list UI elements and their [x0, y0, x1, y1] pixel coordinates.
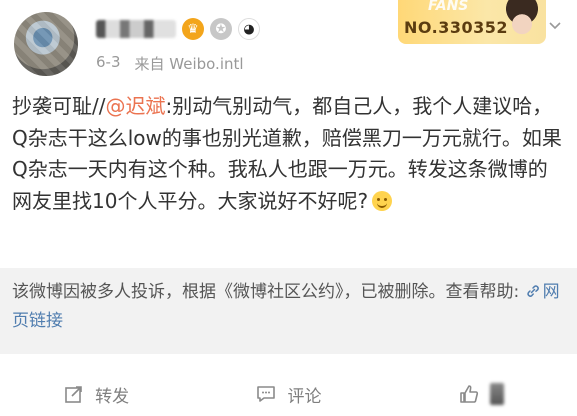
post-body: 抄袭可耻//@迟斌:别动气别动气，都自己人，我个人建议哈，Q杂志干这么low的事… [12, 91, 567, 217]
comment-label: 评论 [287, 386, 322, 407]
repost-button[interactable]: 转发 [0, 372, 192, 416]
smile-emoji-icon [372, 190, 393, 211]
fans-label: FANS [428, 0, 469, 14]
chevron-down-icon[interactable] [548, 18, 562, 32]
fans-card[interactable]: FANS NO.330352 [398, 0, 546, 44]
crown-badge-icon[interactable]: ♛ [182, 18, 204, 40]
like-count-redacted [489, 383, 504, 405]
link-icon [525, 280, 541, 297]
deleted-notice: 该微博因被多人投诉，根据《微博社区公约》，已被删除。查看帮助: 网页链接 [0, 268, 577, 354]
username-row: ♛ ✪ ◕ [96, 16, 260, 42]
comment-icon [257, 386, 276, 402]
notice-text: 该微博因被多人投诉，根据《微博社区公约》，已被删除。查看帮助: [12, 282, 525, 302]
avatar-mosaic [14, 12, 78, 76]
post-date: 6-3 [96, 53, 121, 71]
post-prefix: 抄袭可耻// [12, 94, 106, 118]
fans-number: NO.330352 [404, 18, 509, 37]
action-bar: 转发 评论 [0, 372, 577, 416]
medal-badge-icon[interactable]: ✪ [210, 18, 232, 40]
post-header: ♛ ✪ ◕ 6-3 来自 Weibo.intl FANS NO.330352 [0, 0, 577, 80]
post-source[interactable]: 来自 Weibo.intl [135, 53, 244, 74]
avatar[interactable] [14, 12, 78, 76]
username-redacted[interactable] [96, 20, 176, 38]
post-meta: 6-3 来自 Weibo.intl [96, 53, 244, 74]
like-button[interactable] [385, 372, 577, 416]
repost-label: 转发 [95, 386, 130, 407]
repost-icon [65, 386, 82, 403]
mention-link[interactable]: @迟斌 [105, 94, 165, 118]
panda-badge-icon[interactable]: ◕ [238, 18, 260, 40]
thumbs-up-icon [460, 385, 478, 403]
comment-button[interactable]: 评论 [192, 372, 384, 416]
fans-portrait [500, 0, 544, 44]
